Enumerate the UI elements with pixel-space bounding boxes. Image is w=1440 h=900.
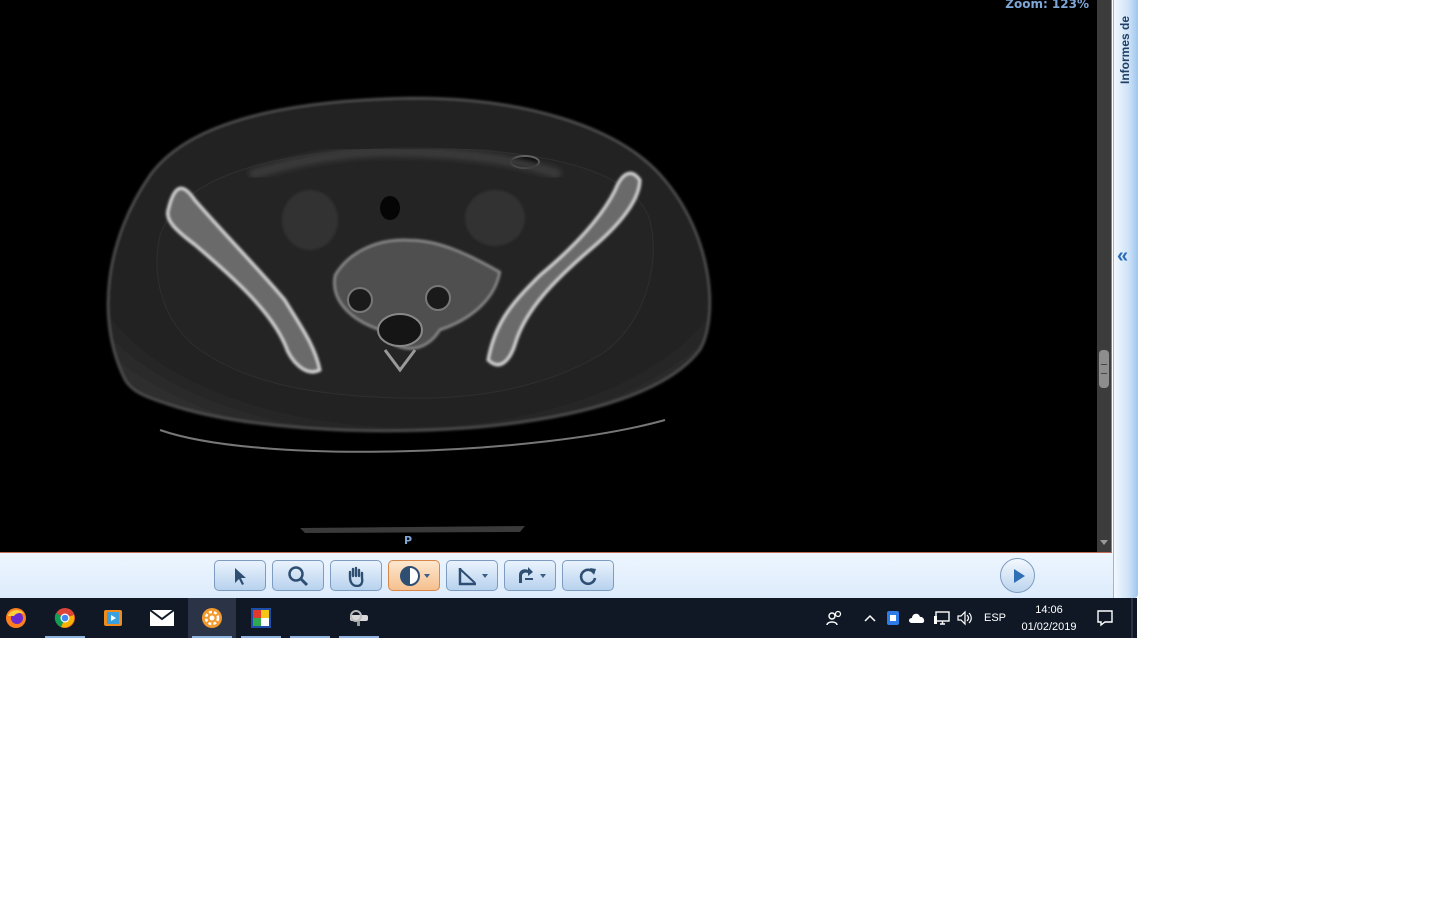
shield-icon bbox=[887, 611, 899, 625]
taskbar-firefox[interactable] bbox=[0, 598, 40, 638]
play-icon bbox=[1013, 568, 1025, 583]
pointer-tool-button[interactable] bbox=[214, 560, 266, 591]
language-label: ESP bbox=[983, 612, 1006, 624]
clock-time: 14:06 bbox=[1035, 604, 1063, 616]
reset-tool-button[interactable] bbox=[562, 560, 614, 591]
taskbar-dicom-viewer[interactable] bbox=[188, 598, 236, 638]
cloud-tray-button[interactable] bbox=[906, 598, 928, 638]
clock-date: 01/02/2019 bbox=[1021, 621, 1077, 633]
media-player-icon bbox=[104, 610, 122, 626]
play-button[interactable] bbox=[1000, 558, 1035, 593]
refresh-icon bbox=[579, 567, 597, 585]
scrollbar-thumb[interactable] bbox=[1099, 350, 1109, 388]
notification-icon bbox=[1097, 610, 1113, 627]
windows-taskbar: ESP 14:06 01/02/2019 bbox=[0, 598, 1137, 638]
cloud-icon bbox=[909, 613, 925, 623]
dropdown-arrow-icon bbox=[539, 573, 546, 578]
speaker-icon bbox=[957, 610, 972, 626]
chrome-icon bbox=[54, 608, 75, 628]
running-indicator bbox=[290, 636, 330, 638]
mail-icon bbox=[149, 609, 175, 626]
volume-tray-button[interactable] bbox=[955, 598, 975, 638]
network-tray-button[interactable] bbox=[931, 598, 953, 638]
zoom-tool-button[interactable] bbox=[272, 560, 324, 591]
running-indicator bbox=[241, 636, 281, 638]
security-tray-button[interactable] bbox=[883, 598, 903, 638]
network-icon bbox=[934, 611, 950, 625]
hand-icon bbox=[348, 566, 364, 587]
running-indicator bbox=[192, 636, 232, 638]
running-indicator bbox=[45, 636, 85, 638]
double-chevron-left-icon[interactable]: « bbox=[1117, 246, 1128, 266]
show-desktop-button[interactable] bbox=[1131, 598, 1133, 638]
magnifier-icon bbox=[288, 565, 309, 586]
photo-app-icon bbox=[251, 608, 271, 628]
rotate-flip-tool-button[interactable] bbox=[504, 560, 556, 591]
dropdown-arrow-icon bbox=[423, 573, 430, 578]
chevron-up-icon bbox=[864, 614, 876, 622]
pan-tool-button[interactable] bbox=[330, 560, 382, 591]
people-icon bbox=[826, 610, 842, 626]
taskbar-mail[interactable] bbox=[138, 598, 186, 638]
show-hidden-icons-button[interactable] bbox=[860, 598, 880, 638]
window-level-tool-button[interactable] bbox=[388, 560, 440, 591]
taskbar-photo-app[interactable] bbox=[237, 598, 285, 638]
viewer-right-border bbox=[1111, 0, 1112, 553]
orientation-marker-bottom: P bbox=[404, 534, 413, 547]
rotate-icon bbox=[518, 566, 533, 583]
image-viewport[interactable]: Zoom: 123% P bbox=[0, 0, 1097, 553]
taskbar-media-player[interactable] bbox=[89, 598, 137, 638]
ruler-angle-icon bbox=[458, 567, 476, 585]
ct-axial-pelvis-image[interactable] bbox=[0, 0, 1097, 553]
cursor-arrow-icon bbox=[235, 567, 246, 585]
action-center-button[interactable] bbox=[1092, 598, 1118, 638]
system-clock[interactable]: 14:06 01/02/2019 bbox=[1016, 602, 1082, 636]
running-indicator bbox=[339, 636, 379, 638]
taskbar-ct-scanner-app[interactable] bbox=[335, 598, 383, 638]
contrast-icon bbox=[399, 565, 420, 586]
scroll-down-arrow-icon[interactable] bbox=[1100, 540, 1108, 545]
dropdown-arrow-icon bbox=[481, 573, 488, 578]
scanner-icon bbox=[350, 610, 368, 626]
language-indicator[interactable]: ESP bbox=[980, 598, 1010, 638]
firefox-icon bbox=[6, 608, 26, 628]
orange-gear-icon bbox=[202, 608, 222, 628]
vertical-scrollbar[interactable] bbox=[1097, 0, 1111, 553]
taskbar-chrome[interactable] bbox=[41, 598, 89, 638]
taskbar-blank-app[interactable] bbox=[286, 598, 334, 638]
reports-side-panel[interactable]: Informes de « bbox=[1113, 0, 1138, 598]
measure-tool-button[interactable] bbox=[446, 560, 498, 591]
side-panel-title: Informes de bbox=[1118, 15, 1132, 84]
zoom-readout: Zoom: 123% bbox=[1005, 0, 1089, 11]
people-button[interactable] bbox=[822, 598, 846, 638]
viewer-toolbar bbox=[0, 553, 1113, 598]
